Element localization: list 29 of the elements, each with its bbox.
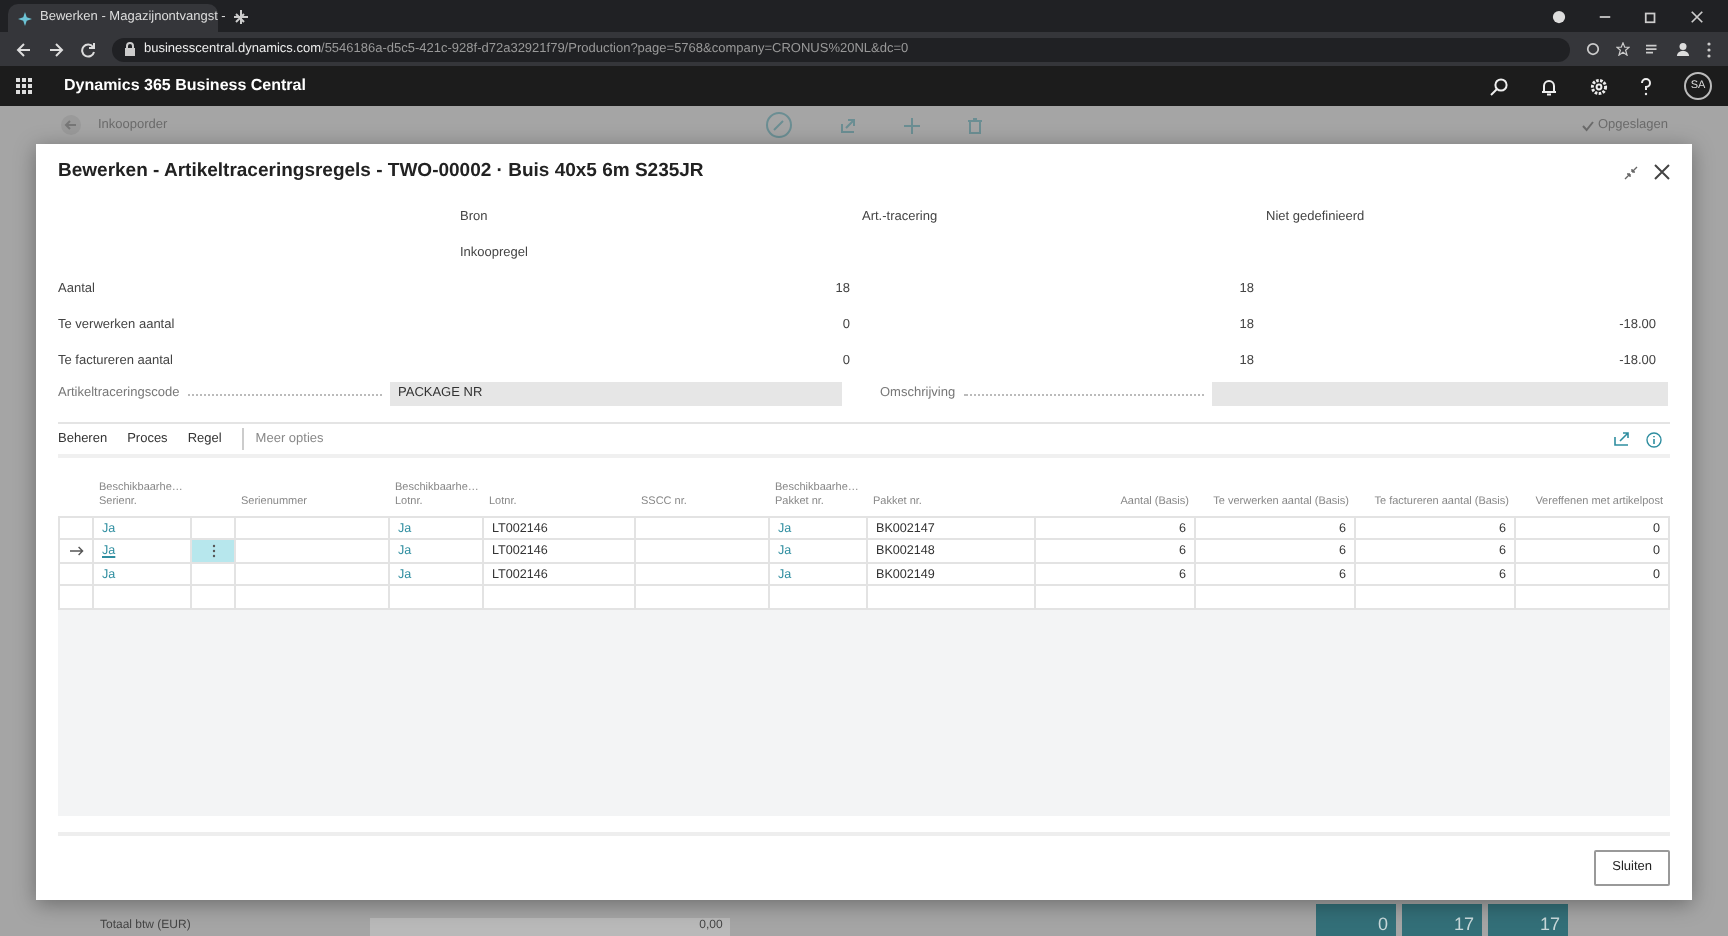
profile-icon[interactable] [1552,10,1566,24]
info-icon[interactable] [1646,431,1662,447]
dialog-title: Bewerken - Artikeltraceringsregels - TWO-00002 · Buis 40x5 6m S235JR [58,157,704,186]
install-icon[interactable] [1586,42,1600,56]
back-arrow-icon[interactable] [16,41,32,57]
search-icon[interactable] [1490,77,1508,95]
settings-icon[interactable] [1590,77,1608,95]
forward-arrow-icon[interactable] [48,41,64,57]
reading-list-icon[interactable] [1646,42,1660,56]
profile-icon[interactable] [1676,42,1690,56]
row-pointer-icon [69,546,83,557]
app-title: Dynamics 365 Business Central [64,74,306,98]
count-tile[interactable]: 17 [1402,904,1482,936]
app-logo-icon [18,11,32,25]
count-tile[interactable]: 17 [1488,904,1568,936]
minimize-icon[interactable] [1598,10,1612,24]
reload-icon[interactable] [80,41,96,57]
check-icon [1581,119,1594,131]
lock-icon [124,42,136,56]
app-launcher-icon[interactable] [16,78,32,94]
bell-icon[interactable] [1540,77,1558,95]
count-tile[interactable]: 0 [1316,904,1396,936]
share-icon[interactable] [1614,432,1630,446]
restore-icon[interactable] [1644,10,1658,24]
help-icon[interactable] [1640,77,1652,95]
collapse-icon[interactable] [1624,165,1638,179]
input-field[interactable] [1212,382,1668,406]
star-icon[interactable] [1616,42,1630,56]
more-icon[interactable] [1706,41,1712,57]
